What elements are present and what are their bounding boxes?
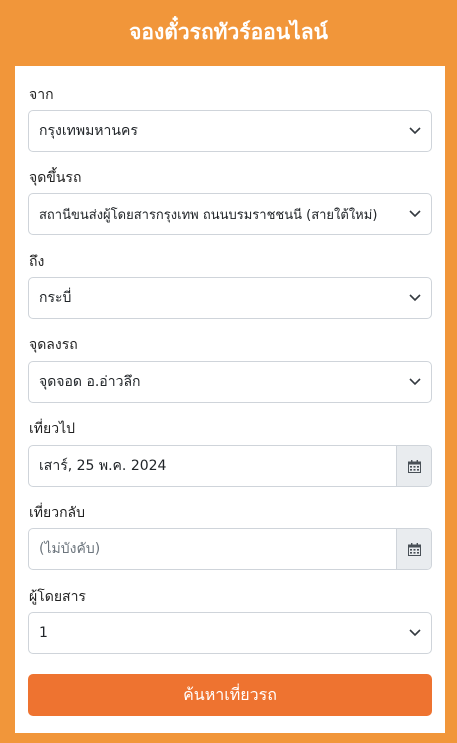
to-select[interactable]: กระบี่ [28, 277, 432, 319]
booking-form: จาก กรุงเทพมหานคร จุดขึ้นรถ สถานีขนส่งผู… [15, 66, 445, 733]
chevron-down-icon [399, 362, 431, 402]
from-select[interactable]: กรุงเทพมหานคร [28, 110, 432, 152]
depart-label: เที่ยวไป [29, 421, 76, 437]
to-label: ถึง [29, 254, 45, 270]
chevron-down-icon [399, 613, 431, 653]
boarding-point-value: สถานีขนส่งผู้โดยสารกรุงเทพ ถนนบรมราชชนนี… [39, 207, 378, 223]
calendar-icon[interactable] [397, 446, 431, 486]
dropoff-point-select[interactable]: จุดจอด อ.อ่าวลึก [28, 361, 432, 403]
calendar-icon[interactable] [397, 529, 431, 569]
from-label: จาก [29, 87, 54, 103]
chevron-down-icon [399, 194, 431, 234]
dropoff-point-value: จุดจอด อ.อ่าวลึก [39, 374, 141, 390]
boarding-point-select[interactable]: สถานีขนส่งผู้โดยสารกรุงเทพ ถนนบรมราชชนนี… [28, 193, 432, 235]
passengers-label: ผู้โดยสาร [29, 589, 86, 605]
chevron-down-icon [399, 111, 431, 151]
from-value: กรุงเทพมหานคร [39, 123, 138, 139]
passengers-value: 1 [39, 625, 48, 641]
depart-date-input[interactable]: เสาร์, 25 พ.ค. 2024 [29, 446, 397, 486]
page-title: จองตั๋วรถทัวร์ออนไลน์ [129, 19, 328, 44]
return-label: เที่ยวกลับ [29, 505, 86, 521]
depart-date-field: เสาร์, 25 พ.ค. 2024 [28, 445, 432, 487]
dropoff-point-label: จุดลงรถ [29, 337, 78, 353]
boarding-point-label: จุดขึ้นรถ [29, 170, 82, 186]
passengers-select[interactable]: 1 [28, 612, 432, 654]
return-date-field: (ไม่บังคับ) [28, 528, 432, 570]
chevron-down-icon [399, 278, 431, 318]
return-date-input[interactable]: (ไม่บังคับ) [29, 529, 397, 569]
search-trips-button[interactable]: ค้นหาเที่ยวรถ [28, 674, 432, 716]
to-value: กระบี่ [39, 290, 72, 306]
